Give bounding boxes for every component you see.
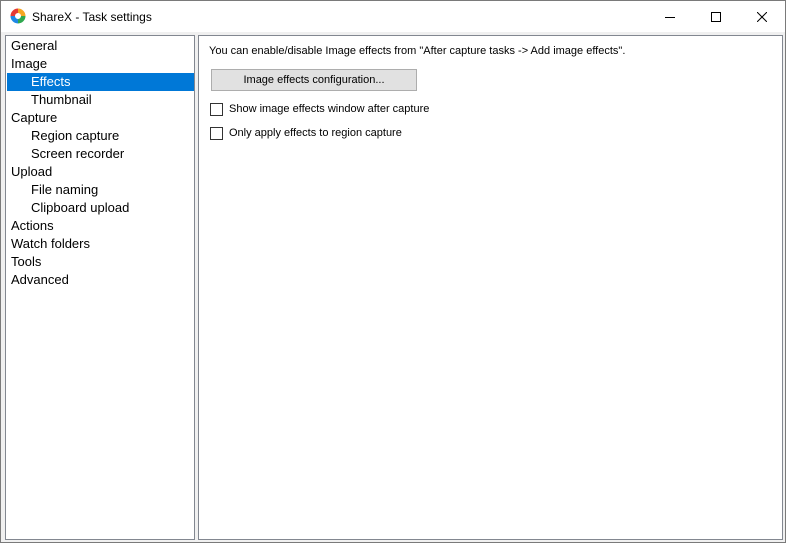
tree-item-clipboard-upload[interactable]: Clipboard upload [7,199,194,217]
image-effects-configuration-button[interactable]: Image effects configuration... [211,69,417,91]
tree-item-region-capture[interactable]: Region capture [7,127,194,145]
region-capture-only-checkbox[interactable] [210,126,223,140]
show-effects-window-label[interactable]: Show image effects window after capture [229,102,429,116]
region-capture-only-option[interactable]: Only apply effects to region capture [210,126,402,140]
tree-item-advanced[interactable]: Advanced [7,271,194,289]
minimize-button[interactable] [647,1,693,32]
tree-item-image[interactable]: Image [7,55,194,73]
tree-item-thumbnail[interactable]: Thumbnail [7,91,194,109]
tree-item-general[interactable]: General [7,37,194,55]
region-capture-only-label[interactable]: Only apply effects to region capture [229,126,402,140]
show-effects-window-option[interactable]: Show image effects window after capture [210,102,429,116]
tree-item-capture[interactable]: Capture [7,109,194,127]
maximize-icon [711,11,721,22]
tree-item-screen-recorder[interactable]: Screen recorder [7,145,194,163]
tree-item-actions[interactable]: Actions [7,217,194,235]
title-bar[interactable]: ShareX - Task settings [1,1,785,32]
task-settings-window: ShareX - Task settings General Image Eff… [0,0,786,543]
window-title: ShareX - Task settings [32,10,152,24]
effects-info-text: You can enable/disable Image effects fro… [209,45,626,57]
tree-item-effects[interactable]: Effects [7,73,194,91]
maximize-button[interactable] [693,1,739,32]
tree-item-watch-folders[interactable]: Watch folders [7,235,194,253]
tree-item-tools[interactable]: Tools [7,253,194,271]
settings-tree[interactable]: General Image Effects Thumbnail Capture … [5,35,195,540]
tree-item-upload[interactable]: Upload [7,163,194,181]
show-effects-window-checkbox[interactable] [210,102,223,116]
close-button[interactable] [739,1,785,32]
effects-settings-panel: You can enable/disable Image effects fro… [198,35,783,540]
sharex-logo-icon [10,8,26,24]
minimize-icon [665,16,675,18]
tree-item-file-naming[interactable]: File naming [7,181,194,199]
close-icon [757,11,767,22]
